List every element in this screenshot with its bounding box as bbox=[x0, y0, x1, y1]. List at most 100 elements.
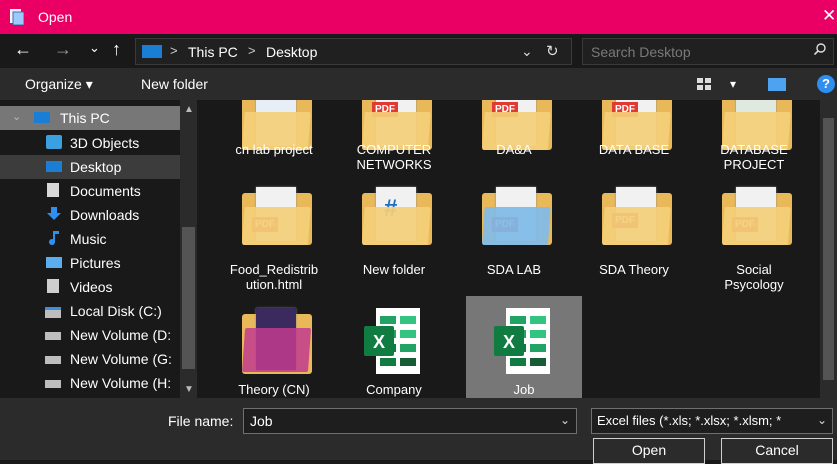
folder-icon bbox=[242, 308, 312, 374]
videos-icon bbox=[47, 279, 59, 293]
sidebar-item-pictures[interactable]: Pictures bbox=[0, 251, 180, 275]
pictures-icon bbox=[46, 257, 62, 268]
file-name-input[interactable]: Job ⌄ bbox=[243, 408, 577, 434]
title-bar: Open ✕ bbox=[0, 0, 837, 34]
sidebar-item-3d-objects[interactable]: 3D Objects bbox=[0, 131, 180, 155]
folder-icon: PDF bbox=[722, 187, 792, 245]
refresh-icon[interactable]: ↻ bbox=[546, 42, 559, 60]
file-label: Company bbox=[366, 382, 422, 397]
forward-arrow-icon[interactable]: → bbox=[54, 39, 72, 60]
sidebar-item-desktop[interactable]: Desktop bbox=[0, 155, 180, 179]
command-bar: Organize ▾ New folder ▾ ? bbox=[0, 68, 837, 100]
sidebar-item-downloads[interactable]: Downloads bbox=[0, 203, 180, 227]
sidebar-item-videos[interactable]: Videos bbox=[0, 275, 180, 299]
search-input[interactable]: Search Desktop bbox=[591, 44, 691, 60]
file-label: Social bbox=[736, 262, 772, 277]
excel-file-item[interactable]: X Company bbox=[336, 298, 452, 398]
folder-item[interactable]: # New folder bbox=[336, 185, 452, 295]
file-label: Theory (CN) bbox=[238, 382, 310, 397]
recent-locations-icon[interactable]: ⌄ bbox=[89, 40, 100, 56]
organize-button[interactable]: Organize ▾ bbox=[25, 76, 93, 93]
content-scrollbar[interactable] bbox=[820, 100, 837, 398]
file-list: cn lab project PDF COMPUTER NETWORKS PDF… bbox=[200, 100, 820, 398]
file-label: PROJECT bbox=[723, 157, 785, 172]
close-icon[interactable]: ✕ bbox=[822, 6, 836, 26]
document-icon bbox=[10, 9, 24, 25]
file-label: COMPUTER bbox=[356, 142, 432, 157]
folder-item[interactable]: PDF SDA LAB bbox=[456, 185, 572, 295]
navigation-bar: ← → ⌄ ↑ > This PC > Desktop ⌄ ↻ Search D… bbox=[0, 34, 837, 68]
pc-icon bbox=[142, 45, 162, 58]
folder-item[interactable]: Theory (CN) bbox=[216, 298, 332, 398]
file-label: Psycology bbox=[724, 277, 784, 292]
file-name-panel: File name: Job ⌄ Excel files (*.xls; *.x… bbox=[0, 398, 837, 464]
sidebar-item-label: Documents bbox=[70, 183, 141, 199]
address-bar[interactable]: > This PC > Desktop ⌄ ↻ bbox=[135, 38, 572, 65]
scrollbar-thumb[interactable] bbox=[182, 227, 195, 369]
navigation-pane: ⌄ This PC 3D Objects Desktop Documents D… bbox=[0, 100, 200, 398]
sidebar-item-this-pc[interactable]: ⌄ This PC bbox=[0, 106, 180, 130]
sidebar-item-new-volume-h[interactable]: New Volume (H: bbox=[0, 371, 180, 395]
drive-icon bbox=[45, 332, 61, 340]
new-folder-button[interactable]: New folder bbox=[141, 76, 208, 92]
scroll-up-icon[interactable]: ▲ bbox=[184, 104, 194, 115]
file-label: ution.html bbox=[245, 277, 303, 292]
search-box[interactable]: Search Desktop bbox=[582, 38, 834, 65]
drive-icon bbox=[45, 307, 61, 318]
sidebar-item-new-volume-g[interactable]: New Volume (G: bbox=[0, 347, 180, 371]
file-label: SDA Theory bbox=[599, 262, 669, 277]
breadcrumb-this-pc[interactable]: This PC bbox=[188, 44, 238, 60]
view-options-icon[interactable] bbox=[697, 78, 711, 90]
sidebar-item-label: New Volume (G: bbox=[70, 351, 172, 367]
sidebar-item-label: This PC bbox=[60, 110, 110, 126]
breadcrumb-desktop[interactable]: Desktop bbox=[266, 44, 317, 60]
search-icon[interactable] bbox=[814, 43, 826, 55]
sidebar-item-music[interactable]: Music bbox=[0, 227, 180, 251]
chevron-down-icon[interactable]: ⌄ bbox=[560, 413, 570, 427]
breadcrumb-separator: > bbox=[170, 43, 178, 58]
up-arrow-icon[interactable]: ↑ bbox=[112, 39, 121, 60]
excel-file-item-selected[interactable]: X Job bbox=[466, 296, 582, 398]
folder-item[interactable]: PDF SDA Theory bbox=[576, 185, 692, 295]
file-type-value: Excel files (*.xls; *.xlsx; *.xlsm; * bbox=[597, 413, 782, 428]
excel-x-glyph: X bbox=[373, 332, 386, 352]
sidebar-item-label: Downloads bbox=[70, 207, 140, 223]
scroll-down-icon[interactable]: ▼ bbox=[184, 384, 194, 395]
download-icon bbox=[47, 207, 61, 220]
file-label: DA&A bbox=[496, 142, 532, 157]
excel-x-glyph: X bbox=[503, 332, 516, 352]
music-icon bbox=[49, 231, 59, 245]
sidebar-item-local-disk-c[interactable]: Local Disk (C:) bbox=[0, 299, 180, 323]
file-label: NETWORKS bbox=[356, 157, 432, 172]
expand-icon[interactable]: ⌄ bbox=[12, 110, 21, 123]
open-button[interactable]: Open bbox=[593, 438, 705, 464]
file-name-label: File name: bbox=[168, 413, 234, 429]
file-name-value[interactable]: Job bbox=[250, 413, 273, 429]
sidebar-scrollbar[interactable]: ▲ ▼ bbox=[180, 100, 197, 398]
help-icon[interactable]: ? bbox=[817, 75, 835, 93]
sidebar-item-label: Desktop bbox=[70, 159, 122, 175]
file-label: DATA BASE bbox=[598, 142, 670, 157]
sidebar-item-label: Local Disk (C:) bbox=[70, 303, 162, 319]
sidebar-item-documents[interactable]: Documents bbox=[0, 179, 180, 203]
sidebar-item-label: 3D Objects bbox=[70, 135, 140, 151]
folder-item[interactable]: PDF Social Psycology bbox=[696, 185, 812, 295]
preview-pane-icon[interactable] bbox=[768, 78, 786, 91]
folder-item[interactable]: PDF Food_Redistrib ution.html bbox=[216, 185, 332, 295]
chevron-down-icon[interactable]: ⌄ bbox=[521, 43, 533, 60]
back-arrow-icon[interactable]: ← bbox=[14, 39, 32, 60]
scrollbar-thumb[interactable] bbox=[823, 118, 834, 380]
file-label: cn lab project bbox=[235, 142, 313, 157]
chevron-down-icon[interactable]: ⌄ bbox=[813, 413, 827, 427]
drive-icon bbox=[45, 380, 61, 388]
view-dropdown-icon[interactable]: ▾ bbox=[730, 77, 736, 91]
window-title: Open bbox=[38, 9, 73, 25]
drive-icon bbox=[45, 356, 61, 364]
folder-icon: PDF bbox=[482, 187, 552, 245]
sidebar-item-new-volume-d[interactable]: New Volume (D: bbox=[0, 323, 180, 347]
file-label: New folder bbox=[362, 262, 426, 277]
file-label: SDA LAB bbox=[486, 262, 542, 277]
file-type-select[interactable]: Excel files (*.xls; *.xlsx; *.xlsm; * ⌄ bbox=[591, 408, 833, 434]
file-label: DATABASE bbox=[720, 142, 788, 157]
cancel-button[interactable]: Cancel bbox=[721, 438, 833, 464]
